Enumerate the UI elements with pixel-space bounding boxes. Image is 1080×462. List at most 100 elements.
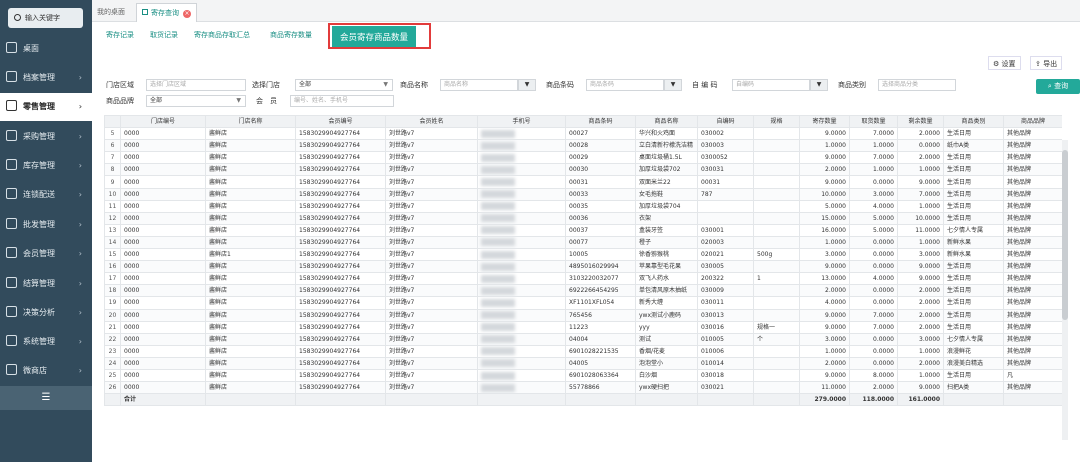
table-cell: [753, 151, 800, 165]
sidebar-item-microstore[interactable]: 微商店 ›: [0, 357, 92, 385]
sidebar-item-settlement[interactable]: 结算管理 ›: [0, 270, 92, 298]
chevron-right-icon: ›: [78, 161, 82, 170]
table-cell: 10005: [565, 248, 636, 262]
table-cell: 其他品牌: [1003, 175, 1062, 189]
table-row[interactable]: 22 0000 酱鲜店 1583029904927764 刘世路v7 04004 测试 010…: [104, 332, 1062, 346]
settings-label: 设置: [1001, 60, 1016, 68]
table-cell: 其他品牌: [1003, 320, 1062, 334]
product-name-filter-button[interactable]: ▼: [518, 79, 536, 91]
store-region-input[interactable]: 选择门店区域: [146, 79, 246, 91]
table-row[interactable]: 20 0000 酱鲜店 1583029904927764 刘世路v7 765456 ywx测…: [104, 308, 1062, 322]
sidebar-item-wholesale[interactable]: 批发管理 ›: [0, 211, 92, 239]
table-row[interactable]: 5 0000 酱鲜店 1583029904927764 刘世路v7 00027 华兴和火鸡面…: [104, 127, 1062, 141]
table-row[interactable]: 9 0000 酱鲜店 1583029904927764 刘世路v7 00031 双面米兰22…: [104, 175, 1062, 189]
table-cell: 其他品牌: [1003, 284, 1062, 298]
tab-product-deposit-qty[interactable]: 商品寄存数量: [270, 30, 312, 40]
total-cell: [1003, 393, 1062, 407]
table-cell: 生活日用: [943, 296, 1004, 310]
selfcode-input[interactable]: 自编码: [732, 79, 810, 91]
table-cell: [477, 127, 566, 141]
tab-pickup-records[interactable]: 取货记录: [150, 30, 178, 40]
column-header[interactable]: 会员编号: [295, 115, 386, 129]
column-header[interactable]: 会员姓名: [385, 115, 478, 129]
sidebar-item-member[interactable]: 会员管理 ›: [0, 240, 92, 268]
sidebar-item-distribution[interactable]: 连锁配送 ›: [0, 181, 92, 209]
column-header[interactable]: 手机号: [477, 115, 566, 129]
column-header[interactable]: 剩余数量: [897, 115, 944, 129]
sidebar-item-archive[interactable]: 档案管理 ›: [0, 64, 92, 92]
column-header[interactable]: 商品品牌: [1003, 115, 1062, 129]
column-header[interactable]: 寄存数量: [799, 115, 850, 129]
column-header[interactable]: 门店编号: [120, 115, 206, 129]
tab-my-desktop[interactable]: 我的桌面: [92, 3, 130, 22]
table-cell: 010014: [697, 356, 754, 370]
table-row[interactable]: 13 0000 酱鲜店 1583029904927764 刘世路v7 00037 盒装牙签 0…: [104, 223, 1062, 237]
table-cell: 1583029904927764: [295, 187, 386, 201]
member-input[interactable]: 编号、姓名、手机号: [290, 95, 394, 107]
sidebar-item-analysis[interactable]: 决策分析 ›: [0, 299, 92, 327]
query-button[interactable]: ⌕ 查询: [1036, 79, 1080, 94]
table-row[interactable]: 7 0000 酱鲜店 1583029904927764 刘世路v7 00029 桌面垃圾桶1…: [104, 151, 1062, 165]
table-row[interactable]: 6 0000 酱鲜店 1583029904927764 刘世路v7 00028 立白清新柠檬…: [104, 139, 1062, 153]
column-header[interactable]: 自编码: [697, 115, 754, 129]
table-row[interactable]: 24 0000 酱鲜店 1583029904927764 刘世路v7 04005 泡泡堂小 0…: [104, 356, 1062, 370]
table-row[interactable]: 11 0000 酱鲜店 1583029904927764 刘世路v7 00035 加厚垃圾袋…: [104, 199, 1062, 213]
table-cell: [477, 381, 566, 395]
table-cell: 4895016029994: [565, 260, 636, 274]
redacted-phone: [481, 129, 515, 138]
brand-select[interactable]: 全部 ▼: [146, 95, 246, 107]
total-cell: [635, 393, 698, 407]
table-row[interactable]: 8 0000 酱鲜店 1583029904927764 刘世路v7 00030 加厚垃圾袋7…: [104, 163, 1062, 177]
tab-deposit-records[interactable]: 寄存记录: [106, 30, 134, 40]
barcode-input[interactable]: 商品条码: [586, 79, 664, 91]
column-header[interactable]: 商品名称: [635, 115, 698, 129]
export-button[interactable]: ⇪ 导出: [1030, 56, 1063, 70]
table-cell: 酱鲜店: [205, 344, 296, 358]
sidebar-item-system[interactable]: 系统管理 ›: [0, 328, 92, 356]
table-row[interactable]: 18 0000 酱鲜店 1583029904927764 刘世路v7 6922266454…: [104, 284, 1062, 298]
sidebar-item-label: 桌面: [23, 44, 39, 53]
category-input[interactable]: 选择商品分类: [878, 79, 956, 91]
product-name-input[interactable]: 商品名称: [440, 79, 518, 91]
table-cell: 2.0000: [897, 151, 944, 165]
column-header[interactable]: [104, 115, 121, 129]
table-row[interactable]: 12 0000 酱鲜店 1583029904927764 刘世路v7 00036 衣架 15.…: [104, 211, 1062, 225]
table-row[interactable]: 23 0000 酱鲜店 1583029904927764 刘世路v7 6901028221…: [104, 344, 1062, 358]
table-row[interactable]: 15 0000 酱鲜店1 1583029904927764 刘世路v7 10005 徐香猕猴…: [104, 248, 1062, 262]
table-row[interactable]: 14 0000 酱鲜店 1583029904927764 刘世路v7 00077 橙子 020…: [104, 235, 1062, 250]
vertical-scrollbar[interactable]: [1062, 140, 1068, 440]
table-row[interactable]: 10 0000 酱鲜店 1583029904927764 刘世路v7 00033 女毛拖鞋 7…: [104, 187, 1062, 201]
selfcode-filter-button[interactable]: ▼: [810, 79, 828, 91]
table-cell: [753, 127, 800, 141]
table-cell: 00037: [565, 223, 636, 237]
sidebar-item-retail[interactable]: 零售管理 ›: [0, 93, 92, 121]
settings-button[interactable]: ⚙ 设置: [988, 56, 1021, 70]
column-header[interactable]: 商品类别: [943, 115, 1004, 129]
store-select[interactable]: 全部 ▼: [295, 79, 393, 91]
table-row[interactable]: 16 0000 酱鲜店 1583029904927764 刘世路v7 4895016029…: [104, 260, 1062, 274]
table-row[interactable]: 21 0000 酱鲜店 1583029904927764 刘世路v7 11223 yyy 03…: [104, 320, 1062, 334]
table-cell: 酱鲜店: [205, 308, 296, 322]
member-label: 会 员: [256, 97, 277, 105]
sidebar-item-purchase[interactable]: 采购管理 ›: [0, 123, 92, 151]
store-select-value: 全部: [299, 81, 312, 88]
table-cell: 测试: [635, 332, 698, 346]
column-header[interactable]: 商品条码: [565, 115, 636, 129]
column-header[interactable]: 门店名称: [205, 115, 296, 129]
table-row[interactable]: 26 0000 酱鲜店 1583029904927764 刘世路v7 55778866 yw…: [104, 381, 1062, 395]
barcode-filter-button[interactable]: ▼: [664, 79, 682, 91]
table-row[interactable]: 19 0000 酱鲜店 1583029904927764 刘世路v7 XF1101XFL0…: [104, 296, 1062, 310]
sidebar-collapse-button[interactable]: ☰: [0, 386, 92, 410]
tab-deposit-query[interactable]: 寄存查询 ×: [136, 3, 197, 22]
sidebar-search-input[interactable]: 输入关键字: [8, 8, 83, 28]
column-header[interactable]: 取货数量: [849, 115, 898, 129]
column-header[interactable]: 规格: [753, 115, 800, 129]
close-icon[interactable]: ×: [183, 10, 191, 18]
sidebar-item-inventory[interactable]: 库存管理 ›: [0, 152, 92, 180]
scrollbar-thumb[interactable]: [1062, 150, 1068, 320]
row-number: 8: [104, 163, 121, 177]
tab-deposit-summary[interactable]: 寄存商品存取汇总: [194, 30, 250, 40]
table-row[interactable]: 25 0000 酱鲜店 1583029904927764 刘世路v7 6901028063…: [104, 368, 1062, 383]
sidebar-item-desktop[interactable]: 桌面: [0, 35, 92, 63]
table-row[interactable]: 17 0000 酱鲜店 1583029904927764 刘世路v7 3103220032…: [104, 272, 1062, 286]
